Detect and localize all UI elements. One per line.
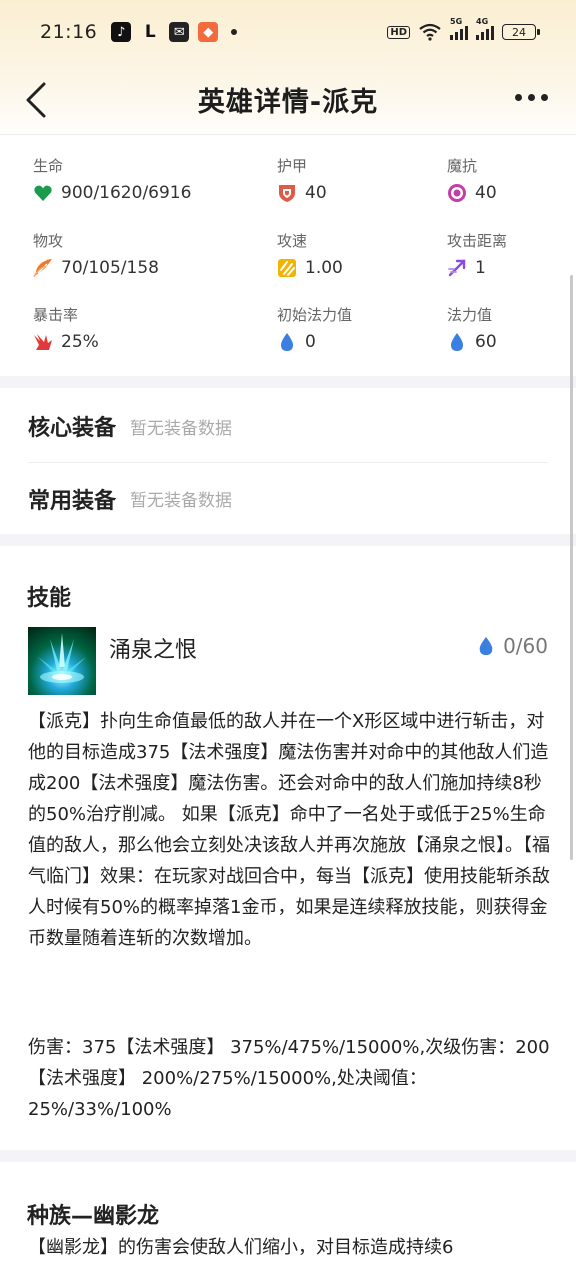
stat-label: 物攻: [33, 232, 64, 250]
page-title: 英雄详情-派克: [197, 86, 379, 118]
race-description: 【幽影龙】的伤害会使敌人们缩小，对目标造成持续6: [28, 1237, 454, 1258]
stat-label: 攻速: [277, 232, 308, 250]
stat-health: 生命 900/1620/6916: [33, 155, 191, 203]
stat-value: 0: [305, 332, 316, 352]
stat-label: 法力值: [447, 306, 493, 324]
core-equipment-empty: 暂无装备数据: [130, 418, 233, 439]
hd-icon: HD: [387, 25, 410, 39]
signal-icon: 5G: [450, 17, 468, 40]
common-equipment-title: 常用装备: [28, 488, 117, 514]
stat-value: 1.00: [305, 258, 343, 278]
stat-attack-range: 攻击距离 1: [447, 230, 507, 278]
attack-range-icon: [448, 259, 466, 277]
stat-mana: 法力值 60: [447, 304, 497, 352]
stat-magic-resist: 魔抗 40: [447, 155, 497, 203]
common-equipment-empty: 暂无装备数据: [130, 491, 233, 511]
stats-card: 生命 900/1620/6916 护甲 40 魔抗 40 物攻 70/105/1…: [0, 134, 576, 376]
stat-value: 1: [475, 258, 486, 278]
skill-card: 技能 涌泉之恨 0/60 【派克】扑向生命值最低的敌人并在一个X形区域中进行斩击…: [0, 546, 576, 1150]
signal-4g-icon: 4G: [476, 17, 494, 40]
tiktok-icon: ♪: [111, 22, 132, 42]
battery-level: 24: [512, 25, 526, 39]
stat-value: 900/1620/6916: [61, 183, 192, 203]
skill-icon: [28, 627, 96, 695]
skill-cost-value: 0/60: [503, 634, 548, 658]
stat-value: 70/105/158: [61, 258, 159, 278]
race-title: 种族—幽影龙: [27, 1204, 160, 1229]
stat-value: 40: [475, 183, 497, 203]
stat-label: 初始法力值: [277, 306, 353, 324]
stat-attack-damage: 物攻 70/105/158: [33, 230, 159, 278]
stat-value: 60: [475, 332, 497, 352]
skill-cost: 0/60: [477, 634, 548, 658]
stat-initial-mana: 初始法力值 0: [277, 304, 352, 352]
stat-value: 40: [305, 183, 327, 203]
stat-label: 生命: [33, 157, 64, 175]
scrollbar[interactable]: [570, 275, 573, 860]
wifi-icon: [419, 23, 441, 41]
race-card: 种族—幽影龙 【幽影龙】的伤害会使敌人们缩小，对目标造成持续6: [0, 1162, 576, 1272]
core-equipment-title: 核心装备: [28, 416, 117, 441]
mana-drop-icon: [479, 637, 493, 655]
equipment-card: 核心装备 暂无装备数据 常用装备 暂无装备数据: [0, 388, 576, 534]
attack-damage-icon: [33, 259, 52, 278]
mana-drop-icon: [281, 333, 293, 351]
health-icon: [34, 185, 52, 201]
stat-label: 护甲: [277, 157, 308, 175]
stat-value: 25%: [61, 332, 99, 352]
stat-crit-rate: 暴击率 25%: [33, 304, 99, 352]
back-arrow-icon[interactable]: [22, 80, 54, 120]
status-time: 21:16: [40, 21, 98, 43]
mana-drop-icon: [451, 333, 463, 351]
app-notification-icon: ◆: [198, 22, 219, 42]
stat-attack-speed: 攻速 1.00: [277, 230, 343, 278]
common-equipment-row: 常用装备 暂无装备数据: [28, 462, 548, 534]
skill-description: 【派克】扑向生命值最低的敌人并在一个X形区域中进行斩击，对他的目标造成375【法…: [28, 711, 550, 949]
magic-resist-icon: [448, 184, 466, 202]
more-notifications-icon: [231, 29, 238, 35]
stat-label: 魔抗: [447, 157, 478, 175]
stat-armor: 护甲 40: [277, 155, 327, 203]
stat-label: 攻击距离: [447, 232, 508, 250]
battery-icon: 24: [502, 24, 540, 40]
armor-icon: [279, 185, 295, 202]
crit-icon: [34, 334, 52, 350]
skill-name: 涌泉之恨: [109, 638, 198, 663]
skill-damage: 伤害：375【法术强度】 375%/475%/15000%,次级伤害：200【法…: [28, 1037, 550, 1120]
more-options-icon[interactable]: [515, 94, 548, 101]
status-bar: 21:16 ♪ L ✉ ◆ HD 5G 4G 24: [0, 0, 576, 64]
skill-section-title: 技能: [27, 586, 72, 611]
nav-bar: 英雄详情-派克: [0, 64, 576, 134]
mail-icon: ✉: [169, 22, 190, 42]
attack-speed-icon: [278, 259, 296, 277]
stat-label: 暴击率: [33, 306, 79, 324]
core-equipment-row: 核心装备 暂无装备数据: [28, 390, 548, 462]
l-app-icon: L: [144, 22, 156, 42]
